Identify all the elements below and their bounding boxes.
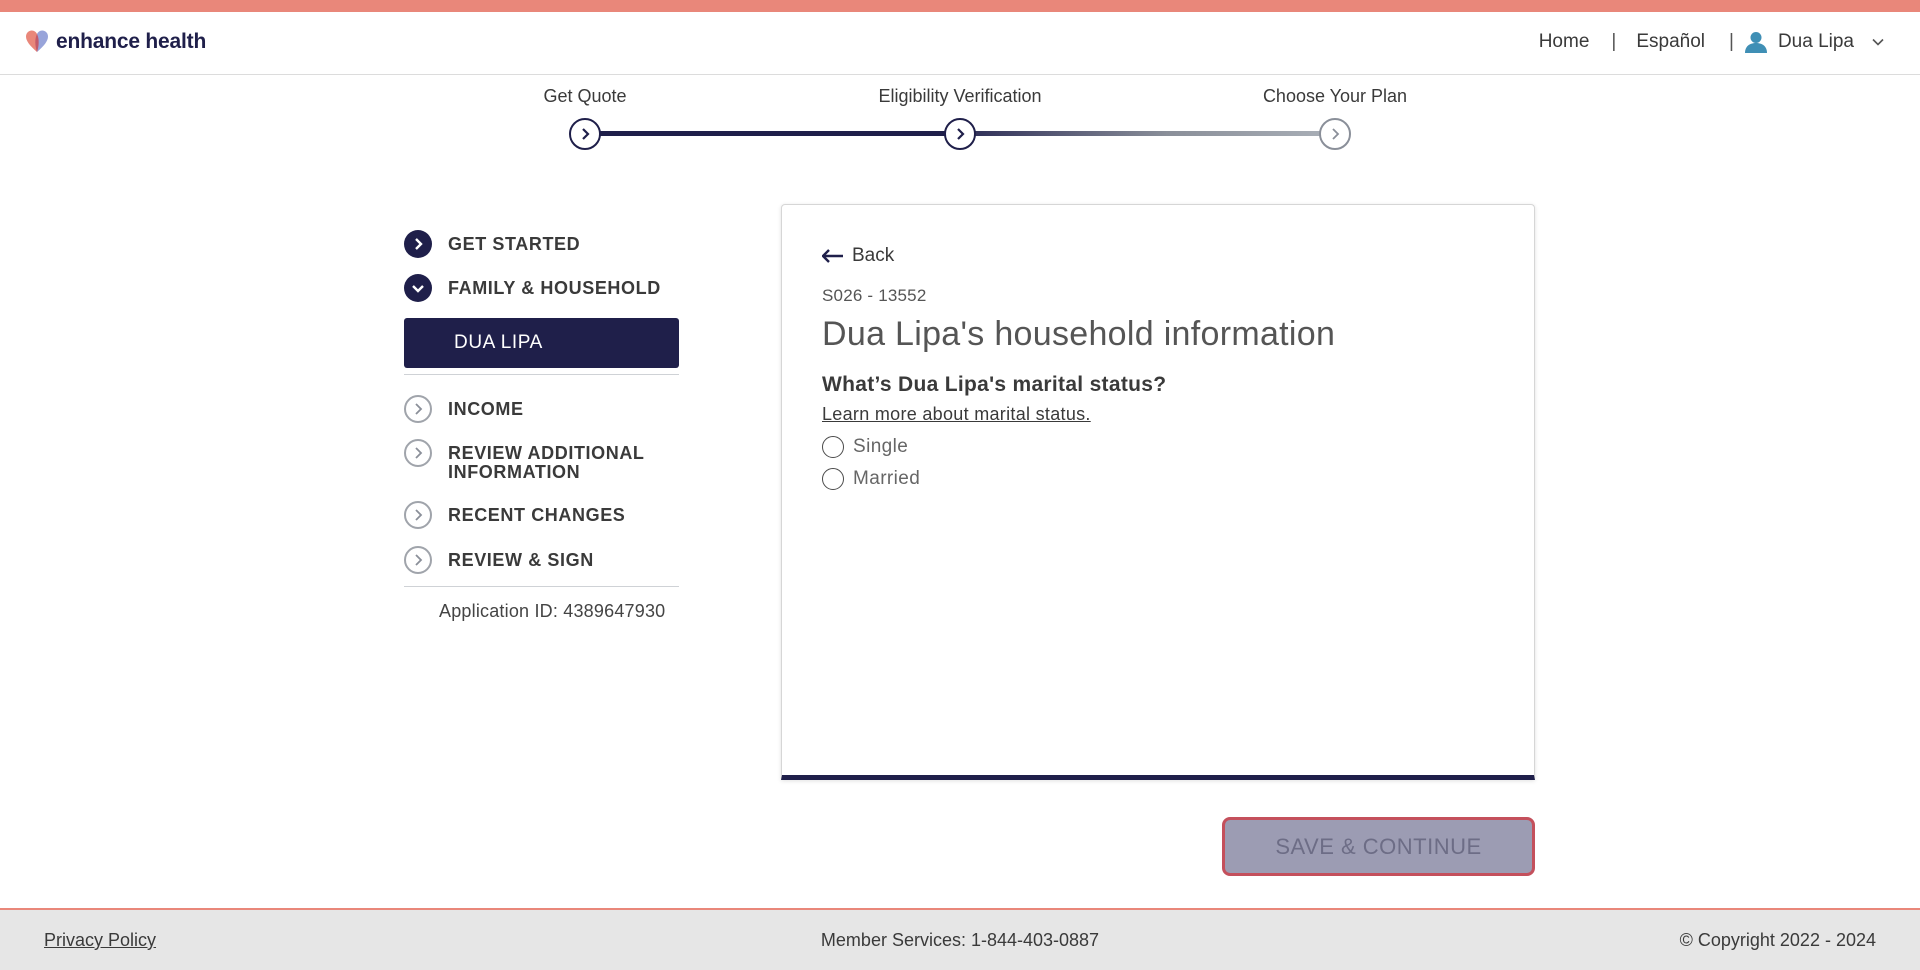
sidebar-item-family-household[interactable]: FAMILY & HOUSEHOLD <box>404 274 694 310</box>
chevron-right-icon <box>404 501 432 529</box>
marital-status-question: What’s Dua Lipa's marital status? <box>822 373 1167 396</box>
member-services: Member Services: 1-844-403-0887 <box>820 930 1100 950</box>
sidebar-item-review-sign[interactable]: REVIEW & SIGN <box>404 546 694 586</box>
user-menu-button[interactable]: Dua Lipa <box>1744 30 1886 54</box>
sidebar-item-recent-changes[interactable]: RECENT CHANGES <box>404 501 694 546</box>
step-label-choose-plan: Choose Your Plan <box>1262 86 1408 106</box>
brand-name: enhance health <box>56 30 207 53</box>
chevron-right-icon <box>404 230 432 258</box>
chevron-right-icon <box>404 395 432 423</box>
back-label: Back <box>852 245 895 266</box>
radio-option-single[interactable]: Single <box>822 436 908 458</box>
sidebar-item-label: REVIEW & SIGN <box>448 550 594 570</box>
progress-stepper: Get Quote Eligibility Verification Choos… <box>0 75 1920 175</box>
learn-more-link[interactable]: Learn more about marital status. <box>822 404 1091 425</box>
radio-button[interactable] <box>822 436 844 458</box>
step-label-eligibility: Eligibility Verification <box>878 86 1042 106</box>
back-button[interactable]: Back <box>822 245 894 267</box>
site-header: enhance health Home | Español | Dua Lipa <box>0 12 1920 75</box>
sidebar-item-review-additional[interactable]: REVIEW ADDITIONAL INFORMATION <box>404 439 694 501</box>
top-nav: Home | Español | Dua Lipa <box>1539 30 1886 54</box>
chevron-right-icon <box>404 546 432 574</box>
step-eligibility[interactable] <box>944 118 976 150</box>
sidebar-divider <box>404 586 679 587</box>
household-info-card: Back S026 - 13552 Dua Lipa's household i… <box>781 204 1535 780</box>
step-label-get-quote: Get Quote <box>543 86 627 106</box>
sidebar-item-label: INCOME <box>448 399 524 419</box>
page-title: Dua Lipa's household information <box>822 315 1336 353</box>
heart-logo-icon <box>26 30 48 52</box>
case-id: S026 - 13552 <box>822 286 927 305</box>
sidebar-item-label: GET STARTED <box>448 234 581 254</box>
step-choose-plan[interactable] <box>1319 118 1351 150</box>
privacy-policy-link[interactable]: Privacy Policy <box>44 930 156 951</box>
home-link[interactable]: Home <box>1539 31 1590 53</box>
radio-option-married[interactable]: Married <box>822 468 920 490</box>
sidebar-item-get-started[interactable]: GET STARTED <box>404 230 694 274</box>
sidebar-item-label: FAMILY & HOUSEHOLD <box>448 278 661 298</box>
brand-logo[interactable]: enhance health <box>24 28 206 56</box>
radio-button[interactable] <box>822 468 844 490</box>
sidebar-item-label: REVIEW ADDITIONAL INFORMATION <box>448 443 645 482</box>
user-name: Dua Lipa <box>1777 31 1854 52</box>
sidebar-item-income[interactable]: INCOME <box>404 395 694 439</box>
step-get-quote[interactable] <box>569 118 601 150</box>
user-icon <box>1744 32 1767 53</box>
chevron-down-icon <box>404 274 432 302</box>
sidebar-member-dua-lipa[interactable]: DUA LIPA <box>404 318 679 368</box>
progress-line-remaining <box>961 131 1336 136</box>
sidebar-divider <box>404 374 679 375</box>
arrow-left-icon <box>822 249 843 263</box>
radio-label: Married <box>853 468 921 489</box>
chevron-down-icon <box>1872 38 1884 46</box>
sidebar-item-label: RECENT CHANGES <box>448 505 626 525</box>
language-link[interactable]: Español <box>1636 31 1705 53</box>
nav-separator: | <box>1729 31 1734 52</box>
top-accent-bar <box>0 0 1920 12</box>
nav-separator: | <box>1611 31 1617 52</box>
application-id: Application ID: 4389647930 <box>439 601 666 621</box>
progress-line-complete <box>585 131 961 136</box>
chevron-right-icon <box>582 128 590 140</box>
site-footer: Privacy Policy Member Services: 1-844-40… <box>0 908 1920 970</box>
section-sidebar: GET STARTED FAMILY & HOUSEHOLD DUA LIPA … <box>404 230 694 622</box>
chevron-right-icon <box>404 439 432 467</box>
chevron-right-icon <box>1332 128 1340 140</box>
save-continue-button[interactable]: SAVE & CONTINUE <box>1222 817 1535 876</box>
radio-label: Single <box>853 436 909 457</box>
chevron-right-icon <box>957 128 965 140</box>
copyright: © Copyright 2022 - 2024 <box>1679 930 1876 950</box>
